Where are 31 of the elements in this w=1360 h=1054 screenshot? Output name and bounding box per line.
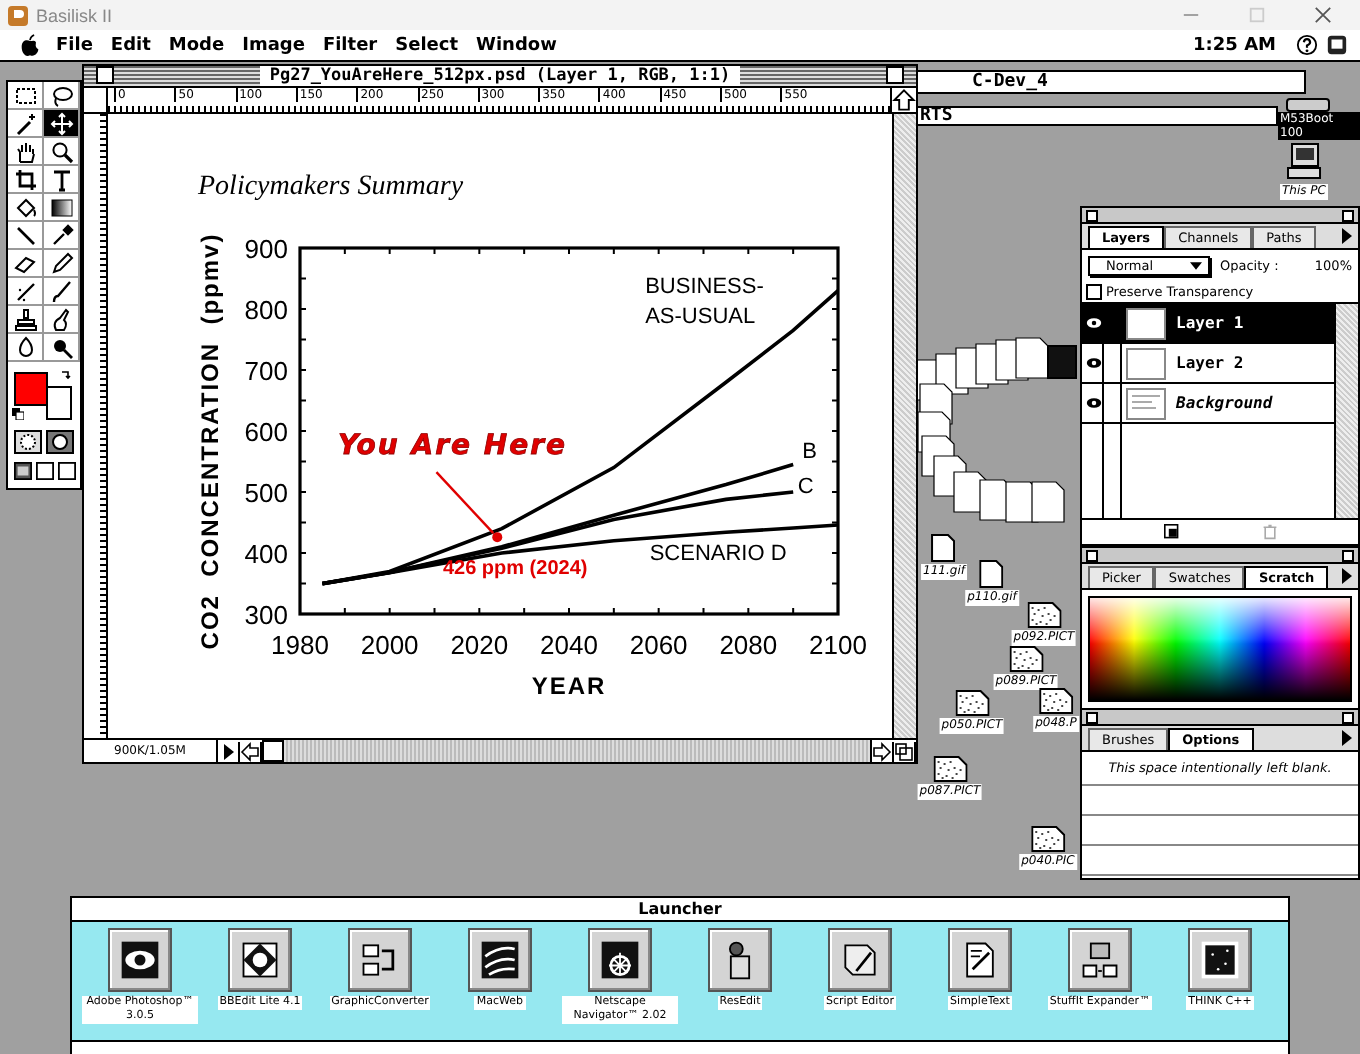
chart-heading: Policymakers Summary [198, 172, 464, 202]
window-title: Basilisk II [36, 5, 113, 25]
tick-label: 2080 [719, 630, 778, 660]
window-title: C-Dev_4 [972, 72, 1048, 92]
tick-label: 2040 [540, 630, 598, 660]
tick-label: 700 [244, 356, 288, 386]
callout-label: You Are Here [337, 430, 567, 463]
tick-label: 1980 [271, 630, 329, 660]
tick-label: 2020 [450, 630, 509, 660]
tick-label: 500 [244, 478, 288, 508]
series-label: C [797, 475, 814, 500]
layer-name: Layer 2 [1176, 354, 1244, 372]
tick-label: 400 [244, 539, 288, 569]
annotation-label: 426 ppm (2024) [442, 558, 588, 581]
layer-name: Layer 1 [1176, 314, 1244, 332]
series-label: SCENARIO D [649, 542, 787, 567]
axis-title: YEAR [531, 672, 607, 700]
series-label: BUSINESS-AS-USUAL [645, 275, 764, 330]
window-title: Pg27_YouAreHere_512px.psd (Layer 1, RGB, 1:1) [259, 66, 741, 86]
tick-label: 2100 [809, 630, 867, 660]
tick-label: 900 [244, 234, 288, 264]
layer-name: Background [1176, 394, 1273, 412]
window-title: Launcher [638, 900, 722, 918]
tick-label: 300 [244, 600, 288, 630]
tick-label: 600 [244, 417, 288, 447]
clock: 1:25 AM [1193, 35, 1276, 55]
tick-label: 2060 [629, 630, 688, 660]
tick-label: 800 [244, 295, 288, 325]
series-label: B [802, 439, 817, 464]
tick-label: 2000 [360, 630, 419, 660]
axis-title: CO2 CONCENTRATION (ppmv) [196, 232, 224, 650]
